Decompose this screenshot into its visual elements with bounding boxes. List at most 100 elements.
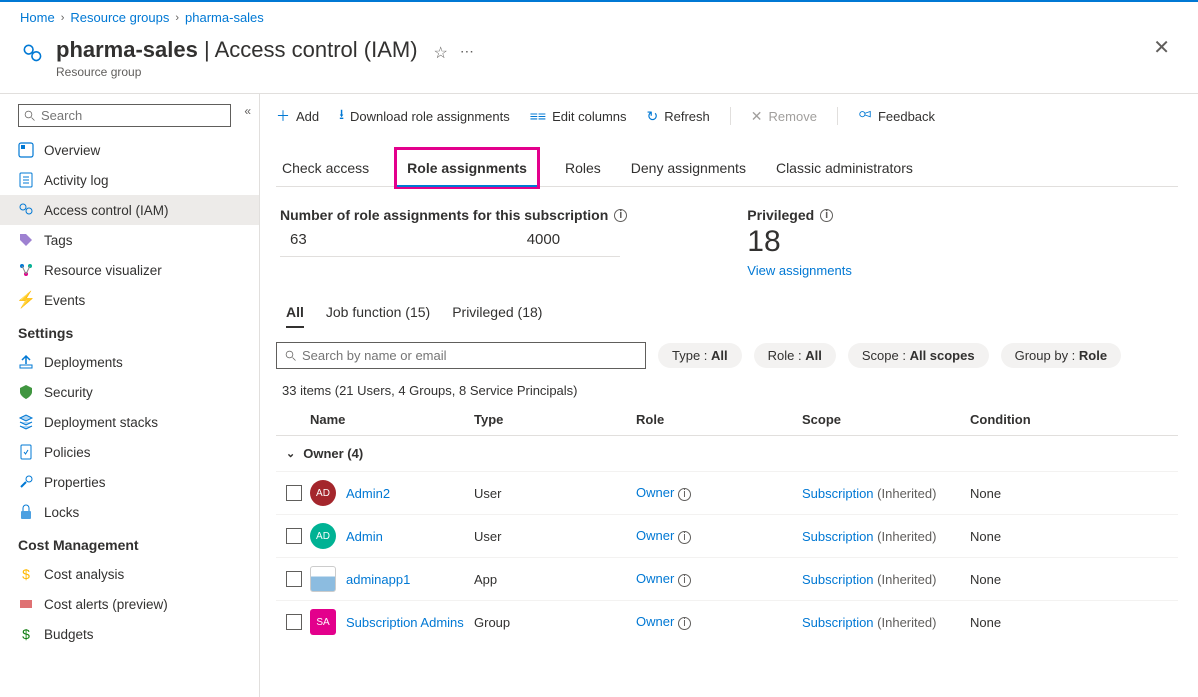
- row-condition: None: [970, 572, 1070, 587]
- breadcrumb-resource-groups[interactable]: Resource groups: [70, 10, 169, 25]
- sidebar-item-label: Properties: [44, 475, 106, 490]
- sidebar-item-access-control-iam-[interactable]: Access control (IAM): [0, 195, 259, 225]
- sidebar-item-cost-alerts-preview-[interactable]: Cost alerts (preview): [0, 589, 259, 619]
- row-condition: None: [970, 529, 1070, 544]
- row-type: Group: [474, 615, 636, 630]
- col-header-role[interactable]: Role: [636, 412, 802, 427]
- row-role-link[interactable]: Owner: [636, 614, 674, 629]
- filter-tab-job-function[interactable]: Job function (15): [326, 304, 430, 328]
- row-name-link[interactable]: Admin2: [346, 486, 390, 501]
- security-icon: [18, 384, 34, 400]
- breadcrumb: Home › Resource groups › pharma-sales: [0, 2, 1198, 33]
- tab-check-access[interactable]: Check access: [280, 150, 371, 186]
- sidebar-item-label: Resource visualizer: [44, 263, 162, 278]
- row-type: User: [474, 486, 636, 501]
- view-assignments-link[interactable]: View assignments: [747, 263, 852, 278]
- filter-search-input[interactable]: [302, 348, 637, 363]
- sidebar-search[interactable]: [18, 104, 231, 127]
- tab-role-assignments[interactable]: Role assignments: [394, 147, 540, 189]
- group-row-owner[interactable]: ⌄ Owner (4): [276, 436, 1178, 471]
- download-button[interactable]: ⭳Download role assignments: [339, 104, 510, 128]
- row-checkbox[interactable]: [286, 485, 302, 501]
- row-role-link[interactable]: Owner: [636, 571, 674, 586]
- filter-type-pill[interactable]: Type : All: [658, 343, 742, 368]
- info-icon[interactable]: i: [678, 617, 691, 630]
- sidebar-item-deployment-stacks[interactable]: Deployment stacks: [0, 407, 259, 437]
- row-name-link[interactable]: Admin: [346, 529, 383, 544]
- sidebar-item-resource-visualizer[interactable]: Resource visualizer: [0, 255, 259, 285]
- more-actions-icon[interactable]: ⋯: [460, 43, 475, 60]
- filter-role-pill[interactable]: Role : All: [754, 343, 836, 368]
- sidebar-item-activity-log[interactable]: Activity log: [0, 165, 259, 195]
- row-name-link[interactable]: adminapp1: [346, 572, 410, 587]
- row-role-link[interactable]: Owner: [636, 528, 674, 543]
- favorite-star-icon[interactable]: ☆: [434, 43, 448, 63]
- col-header-condition[interactable]: Condition: [970, 412, 1070, 427]
- table-row: SASubscription AdminsGroupOwner iSubscri…: [276, 600, 1178, 643]
- page-header: pharma-sales | Access control (IAM) Reso…: [0, 33, 1198, 93]
- filter-groupby-pill[interactable]: Group by : Role: [1001, 343, 1121, 368]
- refresh-button[interactable]: ↻Refresh: [647, 108, 710, 125]
- filter-tab-privileged[interactable]: Privileged (18): [452, 304, 542, 328]
- sidebar-item-cost-analysis[interactable]: $Cost analysis: [0, 559, 259, 589]
- deploy-icon: [18, 354, 34, 370]
- collapse-sidebar-icon[interactable]: «: [244, 104, 251, 118]
- sidebar-item-label: Tags: [44, 233, 73, 248]
- row-role-link[interactable]: Owner: [636, 485, 674, 500]
- filter-scope-pill[interactable]: Scope : All scopes: [848, 343, 989, 368]
- sidebar-item-events[interactable]: ⚡Events: [0, 285, 259, 315]
- tags-icon: [18, 232, 34, 248]
- stat-privileged-label: Privileged i: [747, 207, 852, 223]
- sidebar-item-label: Security: [44, 385, 93, 400]
- sidebar-item-budgets[interactable]: $Budgets: [0, 619, 259, 649]
- filter-search[interactable]: [276, 342, 646, 369]
- info-icon[interactable]: i: [820, 209, 833, 222]
- columns-icon: ≡≡: [530, 108, 546, 124]
- edit-columns-button[interactable]: ≡≡Edit columns: [530, 108, 627, 124]
- info-icon[interactable]: i: [678, 488, 691, 501]
- sidebar-item-policies[interactable]: Policies: [0, 437, 259, 467]
- info-icon[interactable]: i: [678, 574, 691, 587]
- row-checkbox[interactable]: [286, 528, 302, 544]
- feedback-button[interactable]: Feedback: [858, 108, 935, 125]
- row-scope-link[interactable]: Subscription: [802, 572, 874, 587]
- col-header-type[interactable]: Type: [474, 412, 636, 427]
- row-scope-link[interactable]: Subscription: [802, 486, 874, 501]
- breadcrumb-current[interactable]: pharma-sales: [185, 10, 264, 25]
- tab-classic-admins[interactable]: Classic administrators: [774, 150, 915, 186]
- close-icon[interactable]: ✕: [1153, 35, 1170, 60]
- sidebar-item-tags[interactable]: Tags: [0, 225, 259, 255]
- refresh-icon: ↻: [647, 108, 659, 125]
- content-tabs: Check access Role assignments Roles Deny…: [276, 150, 1178, 187]
- col-header-scope[interactable]: Scope: [802, 412, 970, 427]
- sidebar-item-properties[interactable]: Properties: [0, 467, 259, 497]
- tab-deny-assignments[interactable]: Deny assignments: [629, 150, 748, 186]
- sidebar-item-label: Deployments: [44, 355, 123, 370]
- sidebar-search-input[interactable]: [41, 108, 225, 123]
- sidebar-item-overview[interactable]: Overview: [0, 135, 259, 165]
- col-header-name[interactable]: Name: [310, 412, 474, 427]
- tab-roles[interactable]: Roles: [563, 150, 603, 186]
- sidebar-item-deployments[interactable]: Deployments: [0, 347, 259, 377]
- filter-tab-all[interactable]: All: [286, 304, 304, 328]
- sidebar-item-label: Cost alerts (preview): [44, 597, 168, 612]
- info-icon[interactable]: i: [678, 531, 691, 544]
- add-button[interactable]: ＋Add: [276, 106, 319, 126]
- sidebar-item-label: Budgets: [44, 627, 94, 642]
- row-checkbox[interactable]: [286, 571, 302, 587]
- nav-heading-cost: Cost Management: [0, 527, 259, 559]
- row-checkbox[interactable]: [286, 614, 302, 630]
- feedback-icon: [858, 108, 872, 125]
- activity-icon: [18, 172, 34, 188]
- info-icon[interactable]: i: [614, 209, 627, 222]
- row-scope-inherited: (Inherited): [877, 486, 936, 501]
- row-scope-link[interactable]: Subscription: [802, 615, 874, 630]
- page-subtitle: Resource group: [56, 65, 418, 79]
- row-name-link[interactable]: Subscription Admins: [346, 615, 464, 630]
- sidebar-item-security[interactable]: Security: [0, 377, 259, 407]
- breadcrumb-home[interactable]: Home: [20, 10, 55, 25]
- row-scope-link[interactable]: Subscription: [802, 529, 874, 544]
- nav-heading-settings: Settings: [0, 315, 259, 347]
- sidebar-item-locks[interactable]: Locks: [0, 497, 259, 527]
- stat-count-current: 63: [290, 231, 307, 248]
